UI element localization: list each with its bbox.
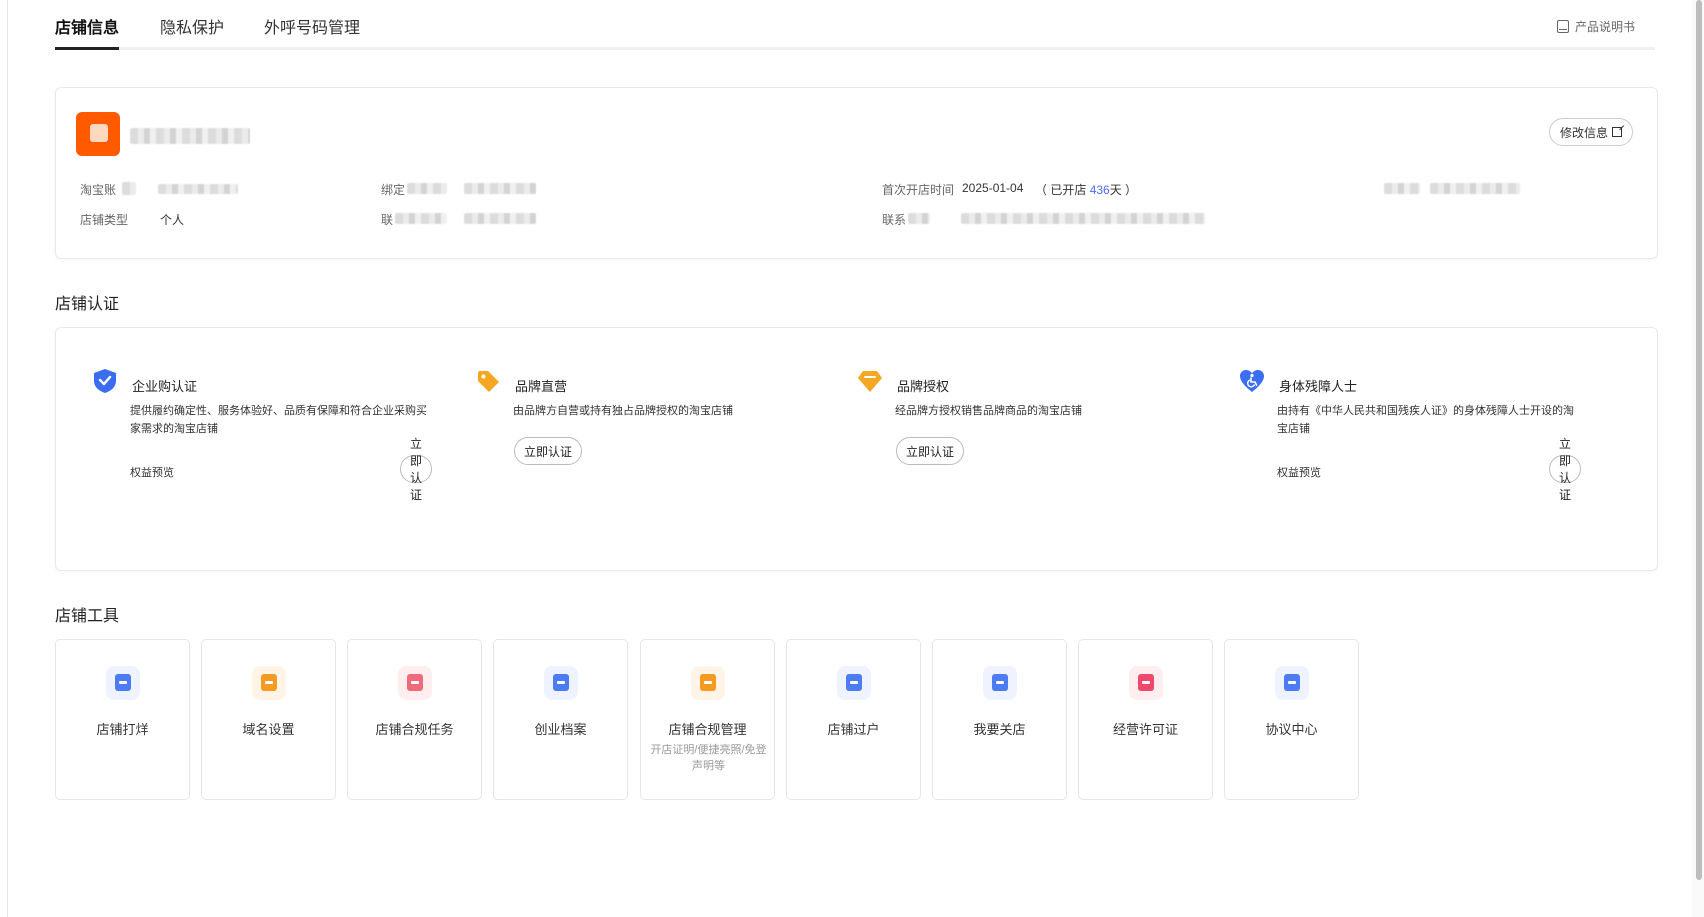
cert-title: 品牌授权 — [897, 379, 950, 394]
certify-now-button[interactable]: 立即认证 — [896, 437, 965, 465]
tool-close-store[interactable]: 我要关店 — [932, 639, 1067, 800]
tool-label: 我要关店 — [973, 722, 1026, 737]
first-open-date: 2025-01-04 — [962, 181, 1024, 195]
tool-domain-settings[interactable]: 域名设置 — [201, 639, 336, 800]
tool-label: 店铺过户 — [827, 722, 880, 737]
tab-store-info[interactable]: 店铺信息 — [55, 14, 119, 38]
product-manual-label: 产品说明书 — [1574, 20, 1635, 34]
tool-label: 协议中心 — [1265, 722, 1318, 737]
edit-info-label: 修改信息 — [1559, 125, 1608, 140]
tool-compliance-management[interactable]: 店铺合规管理 开店证明/便捷亮照/免登声明等 — [640, 639, 775, 800]
certify-now-button[interactable]: 立即认证 — [1549, 437, 1582, 502]
tool-store-close[interactable]: 店铺打烊 — [55, 639, 190, 800]
open-days-suffix: 天 ） — [1109, 183, 1138, 197]
tool-sublabel: 开店证明/便捷亮照/免登声明等 — [650, 744, 767, 772]
tool-compliance-tasks[interactable]: 店铺合规任务 — [347, 639, 482, 800]
redacted-contact-value-2 — [961, 213, 1205, 224]
cert-desc: 提供履约确定性、服务体验好、品质有保障和符合企业采购买家需求的淘宝店铺 — [130, 405, 427, 435]
certify-now-button[interactable]: 立即认证 — [514, 437, 583, 465]
store-close-icon — [105, 666, 140, 700]
open-days-prefix: （ 已开店 — [1035, 183, 1087, 197]
store-logo — [76, 112, 120, 156]
scrollbar-track[interactable] — [1692, 0, 1704, 917]
benefit-preview-link[interactable]: 权益预览 — [130, 464, 174, 480]
first-open-label: 首次开店时间 — [882, 183, 955, 197]
book-icon — [1556, 20, 1569, 33]
shield-check-icon — [94, 369, 116, 393]
left-border — [7, 0, 8, 917]
heart-wheelchair-icon — [1240, 370, 1264, 392]
tools-section-title: 店铺工具 — [55, 608, 120, 625]
redacted-extra-label — [1384, 183, 1420, 194]
tool-store-transfer[interactable]: 店铺过户 — [786, 639, 921, 800]
benefit-preview-link[interactable]: 权益预览 — [1277, 464, 1321, 480]
diamond-icon — [858, 371, 882, 392]
certify-now-button[interactable]: 立即认证 — [400, 437, 433, 502]
store-info-card: 修改信息 淘宝账 店铺类型 个人 绑定 联 首次开店时间 2025-01-04 … — [55, 87, 1658, 259]
archive-icon — [543, 666, 578, 700]
redacted-store-name — [130, 128, 250, 144]
open-days-text: （ 已开店 436天 ） — [1035, 181, 1137, 198]
tool-label: 店铺打烊 — [96, 722, 149, 737]
cert-desc: 由品牌方自营或持有独占品牌授权的淘宝店铺 — [513, 405, 733, 417]
redacted-account-label — [122, 182, 136, 195]
contact-label-2: 联系 — [882, 213, 907, 227]
cert-section-title: 店铺认证 — [55, 296, 120, 313]
tool-startup-archive[interactable]: 创业档案 — [493, 639, 628, 800]
redacted-extra-value — [1430, 183, 1520, 194]
compliance-doc-icon — [690, 666, 725, 700]
redacted-contact-value-1 — [464, 213, 536, 224]
tool-label: 创业档案 — [534, 722, 587, 737]
tab-bar: 店铺信息 隐私保护 外呼号码管理 产品说明书 — [55, 14, 1655, 50]
domain-icon — [251, 666, 286, 700]
cert-title: 企业购认证 — [132, 379, 198, 394]
cert-desc: 经品牌方授权销售品牌商品的淘宝店铺 — [895, 405, 1082, 417]
tool-label: 店铺合规任务 — [375, 722, 454, 737]
tool-label: 域名设置 — [242, 722, 295, 737]
edit-info-button[interactable]: 修改信息 — [1548, 118, 1633, 146]
tool-label: 经营许可证 — [1112, 722, 1178, 737]
tool-agreement-center[interactable]: 协议中心 — [1224, 639, 1359, 800]
active-tab-indicator — [55, 47, 119, 50]
redacted-account-value — [158, 184, 238, 194]
contact-label-1: 联 — [381, 213, 394, 227]
tag-icon — [478, 371, 499, 392]
store-type-value: 个人 — [160, 213, 185, 227]
tab-bar-divider — [55, 47, 1655, 50]
tab-privacy[interactable]: 隐私保护 — [160, 14, 224, 38]
cert-desc: 由持有《中华人民共和国残疾人证》的身体残障人士开设的淘宝店铺 — [1277, 405, 1574, 435]
redacted-contact-label-2 — [908, 213, 930, 224]
redacted-bind-label — [407, 183, 447, 194]
tool-business-license[interactable]: 经营许可证 — [1078, 639, 1213, 800]
store-type-label: 店铺类型 — [80, 213, 129, 227]
cert-title: 品牌直营 — [515, 379, 568, 394]
account-label: 淘宝账 — [80, 183, 117, 197]
bind-label: 绑定 — [381, 183, 406, 197]
redacted-contact-label-1 — [395, 213, 447, 224]
redacted-bind-value — [464, 183, 536, 194]
cert-card: 企业购认证 提供履约确定性、服务体验好、品质有保障和符合企业采购买家需求的淘宝店… — [55, 327, 1658, 571]
close-store-icon — [982, 666, 1017, 700]
agreement-icon — [1274, 666, 1309, 700]
open-days-count: 436 — [1089, 183, 1110, 197]
tool-label: 店铺合规管理 — [668, 722, 747, 737]
compliance-shield-icon — [397, 666, 432, 700]
tab-outbound-numbers[interactable]: 外呼号码管理 — [264, 14, 360, 38]
cert-title: 身体残障人士 — [1279, 379, 1358, 394]
product-manual-link[interactable]: 产品说明书 — [1556, 18, 1635, 35]
external-link-icon — [1612, 127, 1622, 137]
scrollbar-thumb[interactable] — [1696, 0, 1702, 880]
transfer-icon — [836, 666, 871, 700]
license-icon — [1128, 666, 1163, 700]
